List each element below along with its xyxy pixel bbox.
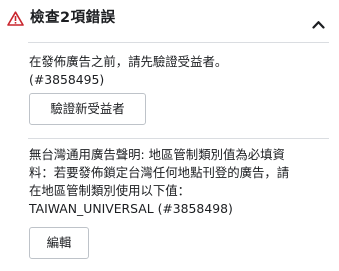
error-code: TAIWAN_UNIVERSAL (#3858498) xyxy=(29,201,233,216)
error-message-taiwan-declaration: 無台灣通用廣告聲明: 地區管制類別值為必填資 料：若要發佈鎖定台灣任何地點刊登的… xyxy=(29,146,333,218)
error-text-line: 在發佈廣告之前，請先驗證受益者。 xyxy=(29,54,228,69)
error-text-line: 料：若要發佈鎖定台灣任何地點刊登的廣告，請 xyxy=(29,165,290,180)
error-text-line: 無台灣通用廣告聲明: 地區管制類別值為必填資 xyxy=(29,147,285,162)
chevron-up-icon[interactable] xyxy=(312,14,325,29)
divider xyxy=(28,42,329,43)
warning-triangle-icon xyxy=(7,11,24,26)
error-message-beneficiary: 在發佈廣告之前，請先驗證受益者。 (#3858495) xyxy=(29,53,333,89)
panel-header[interactable]: 檢查2項錯誤 xyxy=(0,0,339,40)
divider xyxy=(28,138,329,139)
error-text-line: 在地區管制類別使用以下值： xyxy=(29,183,191,198)
error-code: (#3858495) xyxy=(29,72,105,87)
verify-new-beneficiary-button[interactable]: 驗證新受益者 xyxy=(29,93,146,125)
edit-button[interactable]: 編輯 xyxy=(29,227,89,259)
error-check-panel: 檢查2項錯誤 在發佈廣告之前，請先驗證受益者。 (#3858495) 驗證新受益… xyxy=(0,0,339,271)
panel-title: 檢查2項錯誤 xyxy=(30,10,116,26)
